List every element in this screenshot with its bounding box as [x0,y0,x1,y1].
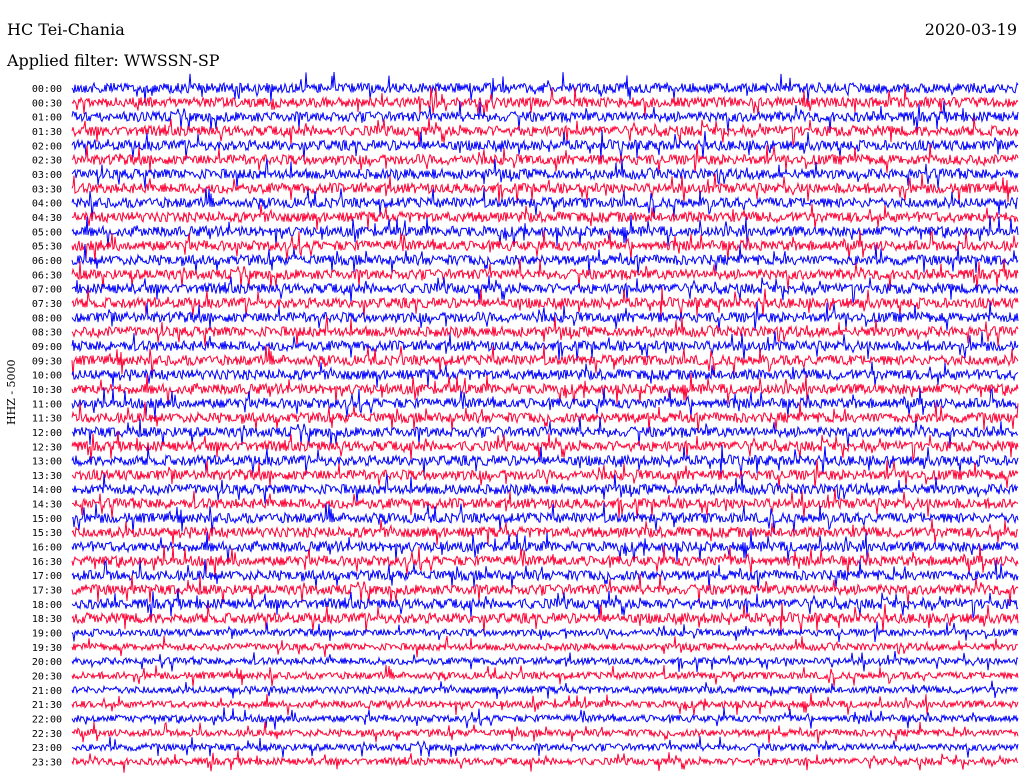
trace-row-1930 [71,635,1018,658]
time-label-2000: 20:00 [32,657,62,668]
trace-row-1430 [71,488,1019,520]
time-label-0600: 06:00 [32,256,62,267]
trace-row-1900 [71,621,1019,643]
helicorder-plot: 00:00 00:30 01:00 01:30 02:00 02:30 03:00 03:30… [32,71,1019,773]
time-label-0800: 08:00 [32,313,62,324]
time-label-1430: 14:30 [32,500,62,511]
time-label-2130: 21:30 [32,700,62,711]
time-label-1130: 11:30 [32,414,62,425]
time-label-2330: 23:30 [32,758,62,769]
time-label-1600: 16:00 [32,543,62,554]
station-title: HC Tei-Chania [7,20,125,39]
time-labels: 00:00 00:30 01:00 01:30 02:00 02:30 03:00 03:30… [32,84,62,769]
time-label-1930: 19:30 [32,643,62,654]
time-label-0730: 07:30 [32,299,62,310]
time-label-0330: 03:30 [32,184,62,195]
time-label-2030: 20:30 [32,672,62,683]
time-label-0900: 09:00 [32,342,62,353]
trace-row-2100 [71,680,1019,699]
trace-row-0330 [71,173,1019,205]
time-label-0500: 05:00 [32,227,62,238]
time-label-1000: 10:00 [32,371,62,382]
time-label-0930: 09:30 [32,356,62,367]
date-label: 2020-03-19 [924,20,1017,39]
trace-row-2200 [71,707,1019,730]
time-label-0400: 04:00 [32,199,62,210]
trace-row-1000 [71,361,1019,388]
time-label-1330: 13:30 [32,471,62,482]
time-label-0000: 00:00 [32,84,62,95]
trace-row-2030 [71,664,1019,687]
time-label-0830: 08:30 [32,328,62,339]
trace-row-0930 [71,345,1019,377]
trace-row-1600 [71,530,1019,563]
time-label-1300: 13:00 [32,457,62,468]
trace-row-2130 [71,692,1019,716]
trace-row-0030 [71,87,1019,117]
time-label-1030: 10:30 [32,385,62,396]
trace-row-0430 [71,203,1019,230]
time-label-1100: 11:00 [32,399,62,410]
trace-row-2000 [71,650,1019,673]
time-label-2200: 22:00 [32,715,62,726]
time-label-1500: 15:00 [32,514,62,525]
time-label-0530: 05:30 [32,242,62,253]
time-label-0200: 02:00 [32,141,62,152]
time-label-1630: 16:30 [32,557,62,568]
time-label-1530: 15:30 [32,528,62,539]
trace-row-0130 [71,117,1019,146]
time-label-0430: 04:30 [32,213,62,224]
time-label-1230: 12:30 [32,442,62,453]
time-label-1830: 18:30 [32,614,62,625]
trace-row-2300 [71,736,1019,758]
time-label-1900: 19:00 [32,629,62,640]
time-label-0630: 06:30 [32,270,62,281]
time-label-0030: 00:30 [32,98,62,109]
channel-axis-label: HHZ - 5000 [5,359,18,425]
trace-row-1630 [71,545,1019,577]
time-label-2300: 23:00 [32,743,62,754]
time-label-1200: 12:00 [32,428,62,439]
trace-row-2330 [71,750,1019,773]
trace-row-0700 [71,275,1019,304]
time-label-0230: 02:30 [32,156,62,167]
trace-row-0200 [71,129,1019,162]
time-label-1400: 14:00 [32,485,62,496]
trace-lines [71,71,1019,773]
time-label-0100: 01:00 [32,113,62,124]
filter-subtitle: Applied filter: WWSSN-SP [7,51,220,70]
time-label-2230: 22:30 [32,729,62,740]
time-label-1700: 17:00 [32,571,62,582]
time-label-2100: 21:00 [32,686,62,697]
time-label-1730: 17:30 [32,586,62,597]
time-label-0130: 01:30 [32,127,62,138]
time-label-0700: 07:00 [32,285,62,296]
trace-row-0730 [71,287,1019,319]
time-label-1800: 18:00 [32,600,62,611]
time-label-0300: 03:00 [32,170,62,181]
